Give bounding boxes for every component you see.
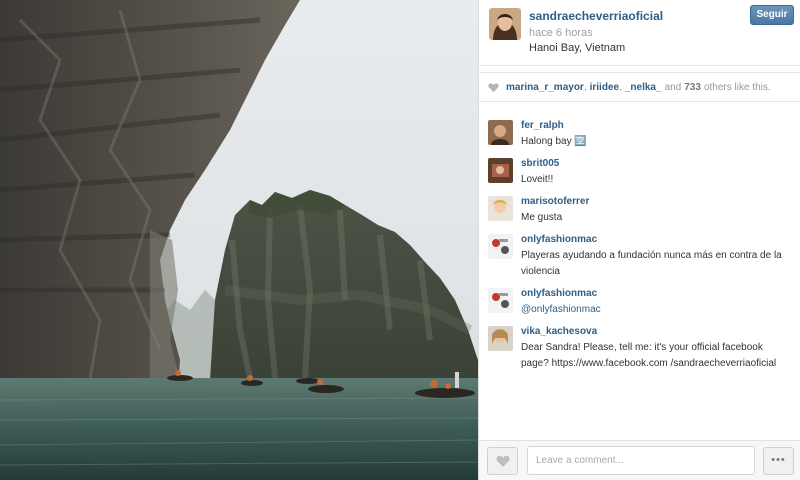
follow-button[interactable]: Seguir: [750, 5, 794, 25]
post-header: sandraecheverriaoficial hace 6 horas Han…: [479, 0, 800, 66]
liker-separator: ,: [619, 81, 622, 93]
liker-link[interactable]: _nelka_: [625, 82, 662, 93]
comment-list[interactable]: fer_ralph Halong bay 🈳 sbrit005 Loveit!!…: [479, 112, 800, 440]
like-button[interactable]: [487, 447, 518, 475]
list-item: marisotoferrer Me gusta: [488, 195, 792, 226]
post-timestamp: hace 6 horas: [529, 27, 593, 39]
avatar[interactable]: [488, 288, 513, 313]
avatar[interactable]: [489, 8, 521, 40]
comment-mention[interactable]: @onlyfashionmac: [521, 302, 792, 318]
list-item: vika_kachesova Dear Sandra! Please, tell…: [488, 325, 792, 372]
comment-text: Halong bay 🈳: [521, 136, 587, 147]
comment-text: Dear Sandra! Please, tell me: it's your …: [521, 342, 777, 369]
more-options-button[interactable]: •••: [763, 447, 794, 475]
comment-username[interactable]: vika_kachesova: [521, 325, 792, 338]
comment-username[interactable]: marisotoferrer: [521, 195, 792, 208]
list-item: sbrit005 Loveit!!: [488, 157, 792, 188]
avatar[interactable]: [488, 120, 513, 145]
post-username[interactable]: sandraecheverriaoficial: [529, 9, 663, 23]
likes-others-text: others like this.: [703, 81, 771, 93]
avatar[interactable]: [488, 158, 513, 183]
list-item: onlyfashionmac @onlyfashionmac: [488, 287, 792, 318]
comment-username[interactable]: onlyfashionmac: [521, 233, 792, 246]
likes-and-text: and: [664, 81, 682, 93]
list-item: onlyfashionmac Playeras ayudando a funda…: [488, 233, 792, 280]
avatar[interactable]: [488, 234, 513, 259]
comment-username[interactable]: sbrit005: [521, 157, 792, 170]
more-dots-icon: •••: [771, 454, 786, 466]
post-sidebar: sandraecheverriaoficial hace 6 horas Han…: [478, 0, 800, 480]
comment-input[interactable]: [527, 446, 755, 475]
avatar[interactable]: [488, 196, 513, 221]
avatar[interactable]: [488, 326, 513, 351]
liker-separator: ,: [583, 81, 587, 93]
post-location[interactable]: Hanoi Bay, Vietnam: [529, 42, 625, 54]
comment-text: Me gusta: [521, 212, 563, 223]
post-photo[interactable]: [0, 0, 478, 480]
likes-others-count[interactable]: 733: [684, 82, 701, 93]
likes-summary: marina_r_mayor, iriidee, _nelka_ and 733…: [479, 72, 800, 102]
comment-username[interactable]: onlyfashionmac: [521, 287, 792, 300]
comment-username[interactable]: fer_ralph: [521, 119, 792, 132]
liker-link[interactable]: marina_r_mayor: [506, 82, 584, 93]
list-item: fer_ralph Halong bay 🈳: [488, 119, 792, 150]
heart-icon: [496, 455, 509, 467]
comment-text: Playeras ayudando a fundación nunca más …: [521, 250, 782, 277]
comment-bar: •••: [479, 440, 800, 480]
heart-icon: [488, 82, 499, 92]
comment-text: Loveit!!: [521, 174, 554, 185]
liker-link[interactable]: iriidee: [590, 82, 619, 93]
